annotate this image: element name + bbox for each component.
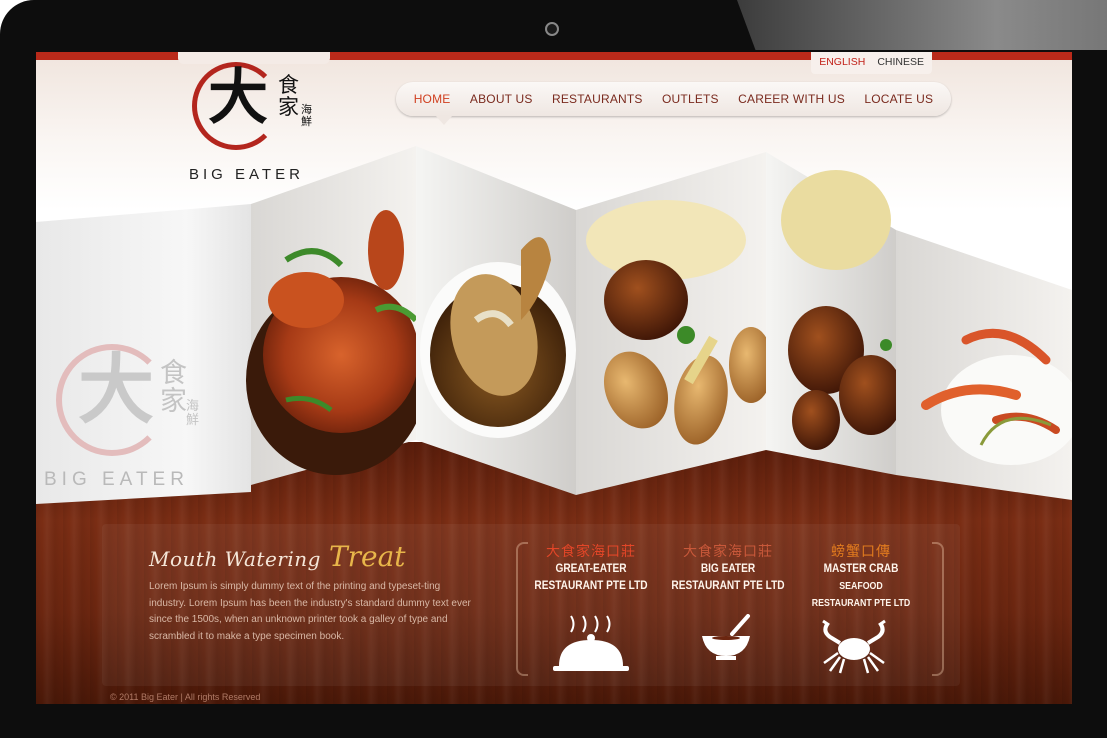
logo-char-tiny: 海鮮 xyxy=(301,103,312,128)
crab-icon[interactable] xyxy=(814,617,894,677)
fish-dish-panel[interactable] xyxy=(416,146,576,495)
brand-en-name: BIG EATER xyxy=(700,563,756,575)
footer-copyright: © 2011 Big Eater | All rights Reserved xyxy=(110,692,261,702)
brand-great-eater[interactable]: 大食家海口莊 GREAT-EATER RESTAURANT PTE LTD xyxy=(511,543,671,595)
fried-rolls-dish-panel[interactable] xyxy=(576,152,773,495)
main-nav: HOME ABOUT US RESTAURANTS OUTLETS CAREER… xyxy=(396,82,951,116)
crab-dish-panel[interactable] xyxy=(246,146,426,485)
tagline-treat: Treat xyxy=(328,540,406,573)
brand-en-seafood: SEAFOOD xyxy=(839,581,883,592)
nav-locate-us[interactable]: LOCATE US xyxy=(864,92,933,106)
brand-en-subtitle: RESTAURANT PTE LTD xyxy=(811,598,911,609)
brand-master-crab[interactable]: 螃蟹口傳 MASTER CRAB SEAFOOD RESTAURANT PTE … xyxy=(781,543,941,612)
nav-pointer xyxy=(436,116,452,125)
language-switcher: ENGLISH CHINESE xyxy=(811,52,932,74)
hero-food-panels xyxy=(246,146,1072,500)
soup-bowl-icon[interactable] xyxy=(696,614,756,664)
brand-en-subtitle: RESTAURANT PTE LTD xyxy=(534,580,648,592)
tagline-mouth-watering: Mouth Watering xyxy=(149,547,321,571)
brand-cn-name: 螃蟹口傳 xyxy=(831,544,891,560)
pork-ribs-dish-panel[interactable] xyxy=(766,152,903,475)
lang-chinese-link[interactable]: CHINESE xyxy=(877,56,924,74)
bezel-glare xyxy=(737,0,1107,50)
monitor-bezel: 大 食家 海鮮 BIG EATER ENGLISH CHINESE HOME A… xyxy=(0,0,1107,738)
logo-char-big: 大 xyxy=(208,63,268,133)
webcam-icon xyxy=(545,22,559,36)
nav-career[interactable]: CAREER WITH US xyxy=(738,92,845,106)
nav-about-us[interactable]: ABOUT US xyxy=(470,92,533,106)
cloche-icon[interactable] xyxy=(551,614,631,674)
brand-en-subtitle: RESTAURANT PTE LTD xyxy=(671,580,785,592)
brand-cn-name: 大食家海口莊 xyxy=(546,544,636,560)
lang-english-link[interactable]: ENGLISH xyxy=(819,56,865,74)
brand-en-name: GREAT-EATER xyxy=(555,563,627,575)
nav-restaurants[interactable]: RESTAURANTS xyxy=(552,92,643,106)
promo-body-text: Lorem Ipsum is simply dummy text of the … xyxy=(149,581,471,642)
prawn-dish-panel[interactable] xyxy=(896,230,1072,500)
nav-home[interactable]: HOME xyxy=(414,92,451,106)
brand-en-name: MASTER CRAB xyxy=(823,563,899,575)
promo-tagline: Mouth Watering Treat xyxy=(149,540,406,573)
nav-outlets[interactable]: OUTLETS xyxy=(662,92,719,106)
hero-folded-banner: 大 食家 海鮮 BIG EATER xyxy=(36,140,1072,504)
website-screen: 大 食家 海鮮 BIG EATER ENGLISH CHINESE HOME A… xyxy=(36,52,1072,704)
logo-char-small: 食家 xyxy=(278,73,299,120)
